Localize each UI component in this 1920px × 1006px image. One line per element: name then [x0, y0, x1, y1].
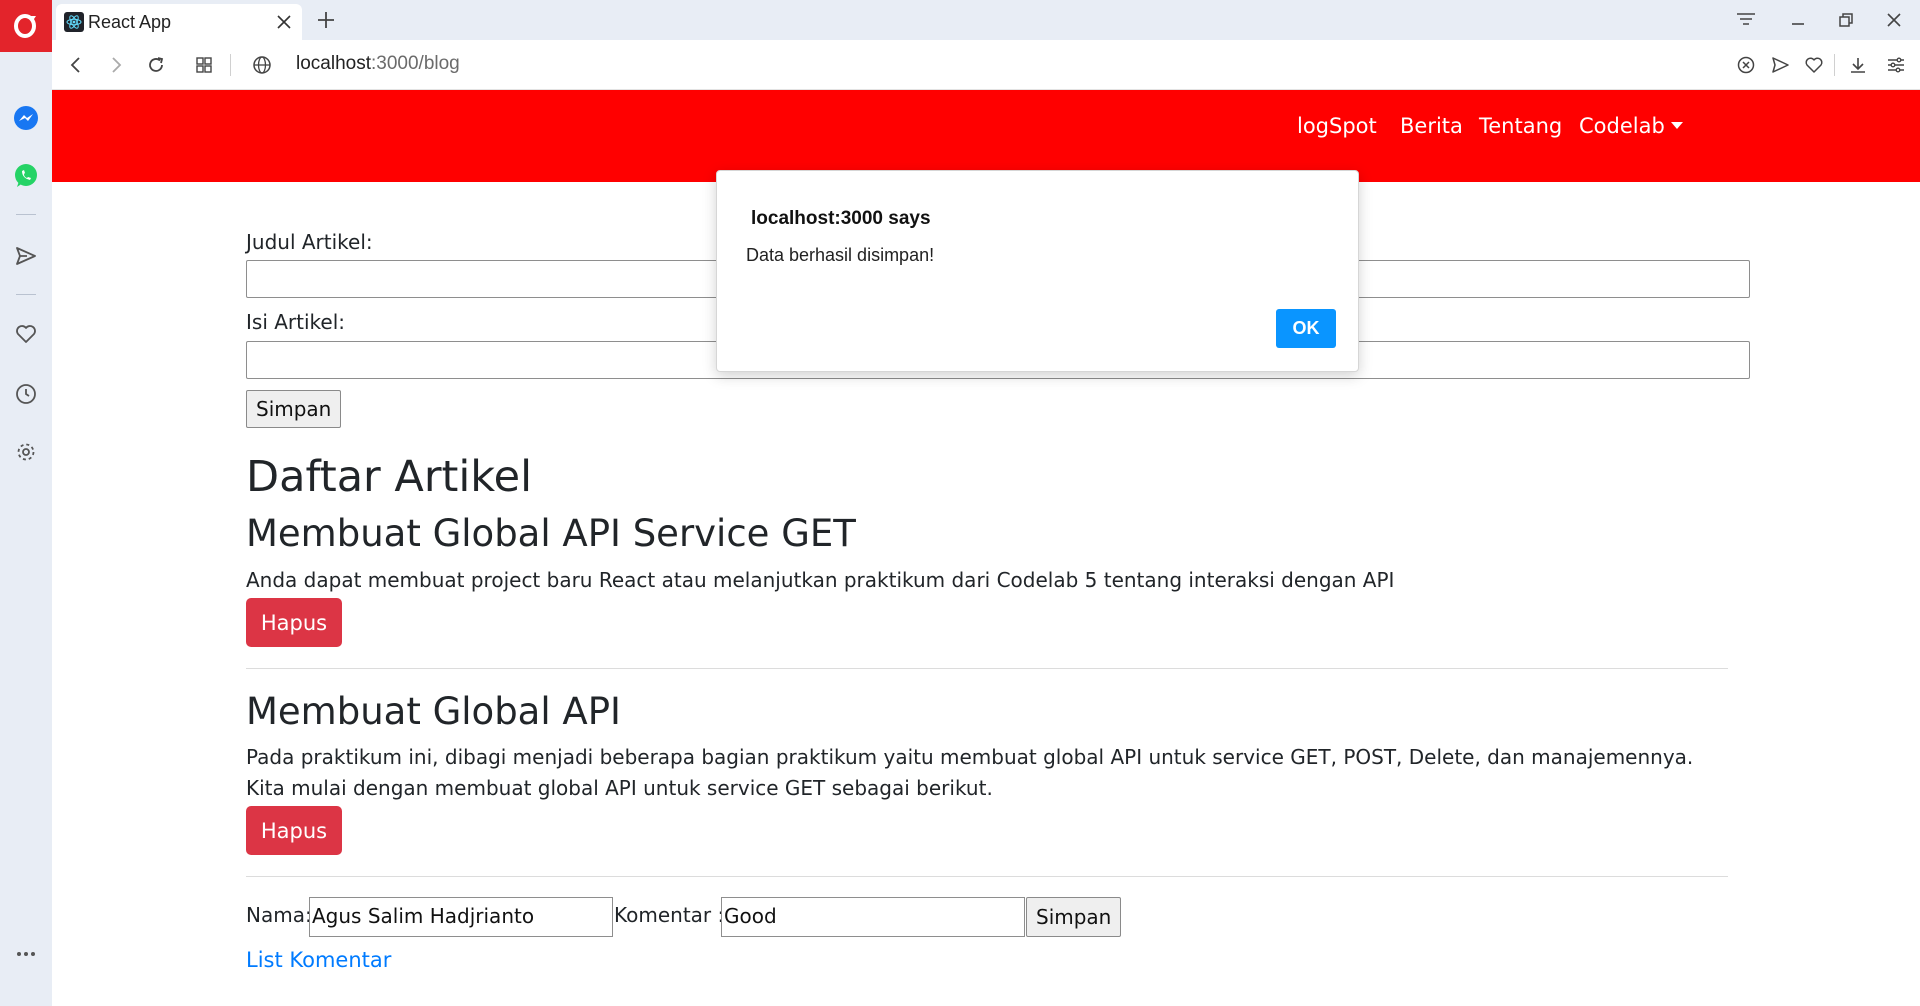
sidebar-divider [16, 294, 36, 295]
heart-icon[interactable] [12, 320, 40, 348]
nav-link-codelab: Codelab [1579, 114, 1665, 138]
comment-input[interactable]: Good [721, 897, 1025, 937]
share-send-icon[interactable] [1766, 51, 1794, 79]
tab-menu-icon[interactable] [1730, 6, 1762, 34]
download-icon[interactable] [1844, 51, 1872, 79]
browser-sidebar [0, 0, 52, 1006]
react-favicon-icon [64, 12, 84, 32]
save-comment-button[interactable]: Simpan [1026, 897, 1122, 937]
alert-dialog: localhost:3000 says Data berhasil disimp… [716, 170, 1359, 372]
nav-link-tentang[interactable]: Tentang [1479, 114, 1562, 138]
dialog-message: Data berhasil disimpan! [746, 245, 935, 265]
navbar: logSpot Berita Tentang Codelab [52, 90, 1920, 182]
body-label: Isi Artikel: [246, 310, 346, 334]
delete-button[interactable]: Hapus [246, 598, 342, 647]
delete-button[interactable]: Hapus [246, 806, 342, 855]
restore-window-icon[interactable] [1830, 6, 1862, 34]
nav-link-blogspot[interactable]: logSpot [1297, 114, 1377, 138]
article-body: Pada praktikum ini, dibagi menjadi beber… [246, 745, 1694, 800]
name-input[interactable]: Agus Salim Hadjrianto [309, 897, 613, 937]
article-body: Anda dapat membuat project baru React at… [246, 568, 1395, 592]
tab-strip: React App [52, 0, 1920, 40]
forward-icon[interactable] [102, 51, 130, 79]
address-separator [230, 54, 231, 76]
history-clock-icon[interactable] [12, 380, 40, 408]
article-divider [246, 668, 1728, 669]
tracker-blocker-icon[interactable] [1732, 51, 1760, 79]
whatsapp-icon[interactable] [12, 162, 40, 190]
address-separator [1834, 54, 1835, 76]
comment-list-link[interactable]: List Komentar [246, 948, 391, 972]
url-field[interactable]: localhost:3000/blog [296, 53, 460, 75]
article-title: Membuat Global API Service GET [246, 512, 856, 555]
messenger-icon[interactable] [12, 104, 40, 132]
new-tab-plus-icon[interactable] [312, 6, 340, 34]
address-bar: localhost:3000/blog [52, 40, 1920, 90]
article-list-heading: Daftar Artikel [246, 452, 533, 502]
easy-setup-sliders-icon[interactable] [1882, 51, 1910, 79]
close-tab-icon[interactable] [272, 10, 296, 34]
settings-gear-icon[interactable] [12, 438, 40, 466]
back-icon[interactable] [62, 51, 90, 79]
article-title: Membuat Global API [246, 690, 621, 733]
name-label: Nama: [246, 903, 312, 927]
nav-link-berita[interactable]: Berita [1400, 114, 1463, 138]
close-window-icon[interactable] [1878, 6, 1910, 34]
tab-title: React App [88, 11, 172, 32]
opera-logo-icon[interactable] [0, 0, 52, 52]
more-options-icon[interactable] [12, 940, 40, 968]
tab-react-app[interactable]: React App [56, 4, 302, 40]
send-icon[interactable] [12, 242, 40, 270]
web-page: logSpot Berita Tentang Codelab Judul Art… [52, 90, 1920, 1006]
comment-label: Komentar : [614, 903, 725, 927]
nav-dropdown-codelab[interactable]: Codelab [1579, 114, 1683, 138]
dialog-title: localhost:3000 says [751, 208, 931, 229]
globe-icon[interactable] [248, 51, 276, 79]
title-label: Judul Artikel: [246, 230, 373, 254]
reload-icon[interactable] [142, 51, 170, 79]
bookmark-heart-icon[interactable] [1800, 51, 1828, 79]
speed-dial-grid-icon[interactable] [190, 51, 218, 79]
ok-button[interactable]: OK [1276, 309, 1336, 348]
save-article-button[interactable]: Simpan [246, 390, 342, 428]
sidebar-divider [16, 214, 36, 215]
url-host: localhost [296, 53, 371, 74]
dropdown-caret-icon [1670, 122, 1683, 129]
url-path: :3000/blog [371, 53, 460, 74]
minimize-icon[interactable] [1782, 6, 1814, 34]
article-divider [246, 876, 1728, 877]
